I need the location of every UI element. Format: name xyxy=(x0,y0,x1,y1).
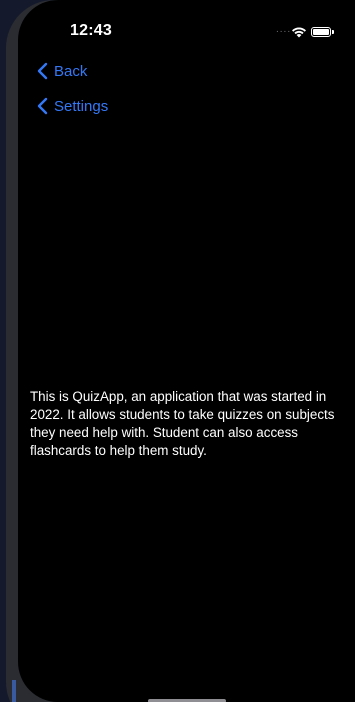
desktop-background: 12:43 .... Back Settings This is QuizApp… xyxy=(0,0,355,702)
chevron-left-icon xyxy=(37,97,48,115)
back-button-label: Back xyxy=(54,62,88,80)
status-bar: 12:43 .... xyxy=(18,0,355,52)
chevron-left-icon xyxy=(37,62,48,80)
battery-level xyxy=(313,29,329,35)
wifi-icon xyxy=(292,27,306,38)
phone-screen: 12:43 .... Back Settings This is QuizApp… xyxy=(18,0,355,702)
settings-back-button[interactable]: Settings xyxy=(36,97,108,115)
status-time: 12:43 xyxy=(70,22,112,39)
window-edge xyxy=(12,680,16,702)
cellular-signal-icon: .... xyxy=(276,24,292,35)
back-button[interactable]: Back xyxy=(36,62,87,80)
about-description: This is QuizApp, an application that was… xyxy=(30,389,335,458)
battery-icon xyxy=(311,27,331,37)
settings-button-label: Settings xyxy=(54,97,109,115)
battery-tip xyxy=(332,30,334,34)
